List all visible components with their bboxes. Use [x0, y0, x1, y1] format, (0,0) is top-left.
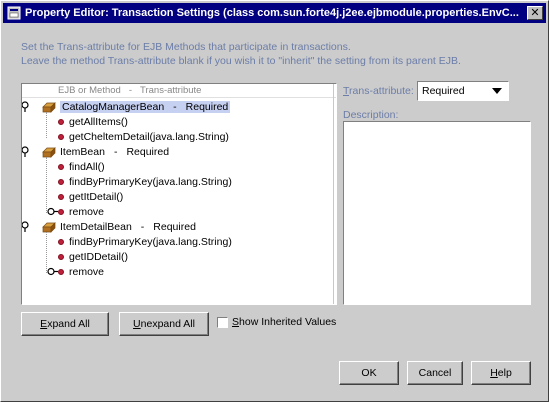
bean-trans-attribute: Required: [153, 220, 196, 233]
bean-name: CatalogManagerBean: [62, 100, 165, 113]
method-name: findByPrimaryKey(java.lang.String): [69, 235, 232, 248]
method-icon: [58, 163, 64, 170]
tree-expanded-toggle-icon[interactable]: [21, 99, 32, 114]
bean-separator: -: [173, 100, 177, 113]
expand-all-label: xpand All: [47, 318, 90, 330]
cancel-button[interactable]: Cancel: [407, 361, 463, 385]
property-editor-window: Property Editor: Transaction Settings (c…: [0, 0, 549, 402]
expand-all-button[interactable]: Expand All: [21, 312, 109, 336]
method-icon: [58, 178, 64, 185]
unexpand-all-button[interactable]: Unexpand All: [119, 312, 209, 336]
method-icon: [58, 193, 64, 200]
bean-icon: [42, 146, 56, 158]
instruction-line-1: Set the Trans-attribute for EJB Methods …: [21, 41, 351, 53]
bean-name: ItemDetailBean: [60, 220, 132, 233]
trans-attribute-label-text: rans-attribute:: [349, 85, 414, 97]
tree-method-row[interactable]: findByPrimaryKey(java.lang.String): [58, 234, 232, 249]
tree-method-row[interactable]: remove: [47, 264, 105, 279]
tree-connector-line: [46, 157, 47, 213]
method-name: remove: [69, 265, 105, 278]
tree-method-row[interactable]: getCheltemDetail(java.lang.String): [58, 129, 229, 144]
method-name: getAllItems(): [69, 115, 128, 128]
method-icon: [58, 208, 64, 215]
title-bar[interactable]: Property Editor: Transaction Settings (c…: [3, 3, 546, 23]
bean-icon: [42, 101, 56, 113]
tree-header-separator: -: [128, 85, 133, 96]
tree-header-trans-attribute: Trans-attribute: [140, 85, 202, 96]
tree-connector-line: [46, 232, 47, 273]
bean-label: ItemDetailBean - Required: [60, 221, 196, 233]
tree-bean-row[interactable]: ItemBean - Required: [22, 144, 169, 159]
help-mnemonic: H: [490, 367, 498, 379]
bean-name: ItemBean: [60, 145, 105, 158]
bean-separator: -: [140, 220, 145, 233]
instruction-line-2: Leave the method Trans-attribute blank i…: [21, 55, 461, 67]
trans-attribute-dropdown[interactable]: Required: [417, 81, 509, 101]
tree-collapsed-toggle-icon[interactable]: [46, 204, 58, 219]
show-inherited-label: how Inherited Values: [239, 316, 337, 328]
ejb-method-tree[interactable]: EJB or Method - Trans-attribute CatalogMan…: [21, 83, 337, 305]
tree-connector-line: [46, 112, 47, 138]
method-icon: [58, 118, 64, 125]
trans-attribute-value: Required: [422, 85, 465, 97]
tree-expanded-toggle-icon[interactable]: [21, 219, 32, 234]
method-icon: [58, 253, 64, 260]
method-name: findAll(): [69, 160, 105, 173]
tree-bean-row[interactable]: CatalogManagerBean - Required: [22, 99, 231, 114]
method-icon: [58, 238, 64, 245]
method-name: getItDetail(): [69, 190, 124, 203]
bean-trans-attribute: Required: [185, 100, 229, 113]
close-icon: ✕: [530, 6, 540, 19]
description-textarea[interactable]: [343, 121, 531, 305]
bean-trans-attribute: Required: [126, 145, 170, 158]
tree-method-row[interactable]: getIDDetail(): [58, 249, 128, 264]
chevron-down-icon[interactable]: [492, 88, 502, 94]
app-window-icon: [7, 6, 21, 20]
tree-method-row[interactable]: getAllItems(): [58, 114, 128, 129]
method-icon: [58, 268, 64, 275]
bean-label: ItemBean - Required: [60, 146, 169, 158]
bean-icon: [42, 221, 56, 233]
cancel-label: Cancel: [418, 367, 452, 379]
tree-method-row[interactable]: getItDetail(): [58, 189, 123, 204]
method-name: findByPrimaryKey(java.lang.String): [69, 175, 232, 188]
show-inherited-values-checkbox[interactable]: [217, 316, 228, 328]
help-label: elp: [497, 367, 512, 379]
tree-collapsed-toggle-icon[interactable]: [46, 264, 58, 279]
unexpand-all-label: nexpand All: [140, 318, 195, 330]
tree-bean-row[interactable]: ItemDetailBean - Required: [22, 219, 196, 234]
show-inherited-mnemonic: S: [232, 316, 240, 328]
description-label: Description:: [343, 109, 399, 121]
bean-label: CatalogManagerBean - Required: [60, 100, 231, 113]
tree-method-row[interactable]: findAll(): [58, 159, 105, 174]
ok-button[interactable]: OK: [339, 361, 399, 385]
window-title: Property Editor: Transaction Settings (c…: [25, 7, 519, 19]
tree-method-row[interactable]: remove: [47, 204, 105, 219]
bean-separator: -: [113, 145, 118, 158]
ok-label: OK: [361, 367, 377, 379]
trans-attribute-label: Trans-attribute:: [343, 85, 414, 97]
help-button[interactable]: Help: [471, 361, 531, 385]
method-name: getIDDetail(): [69, 250, 128, 263]
tree-header: EJB or Method - Trans-attribute: [22, 84, 336, 98]
tree-header-ejb-method: EJB or Method: [58, 85, 121, 96]
expand-all-mnemonic: E: [40, 318, 48, 330]
tree-method-row[interactable]: findByPrimaryKey(java.lang.String): [58, 174, 232, 189]
method-icon: [58, 133, 64, 140]
tree-scrollbar-edge: [333, 84, 336, 304]
method-name: getCheltemDetail(java.lang.String): [69, 130, 229, 143]
show-inherited-values-option[interactable]: Show Inherited Values: [217, 316, 336, 328]
unexpand-all-mnemonic: U: [133, 318, 141, 330]
close-button[interactable]: ✕: [527, 6, 543, 20]
method-name: remove: [69, 205, 105, 218]
tree-expanded-toggle-icon[interactable]: [21, 144, 32, 159]
